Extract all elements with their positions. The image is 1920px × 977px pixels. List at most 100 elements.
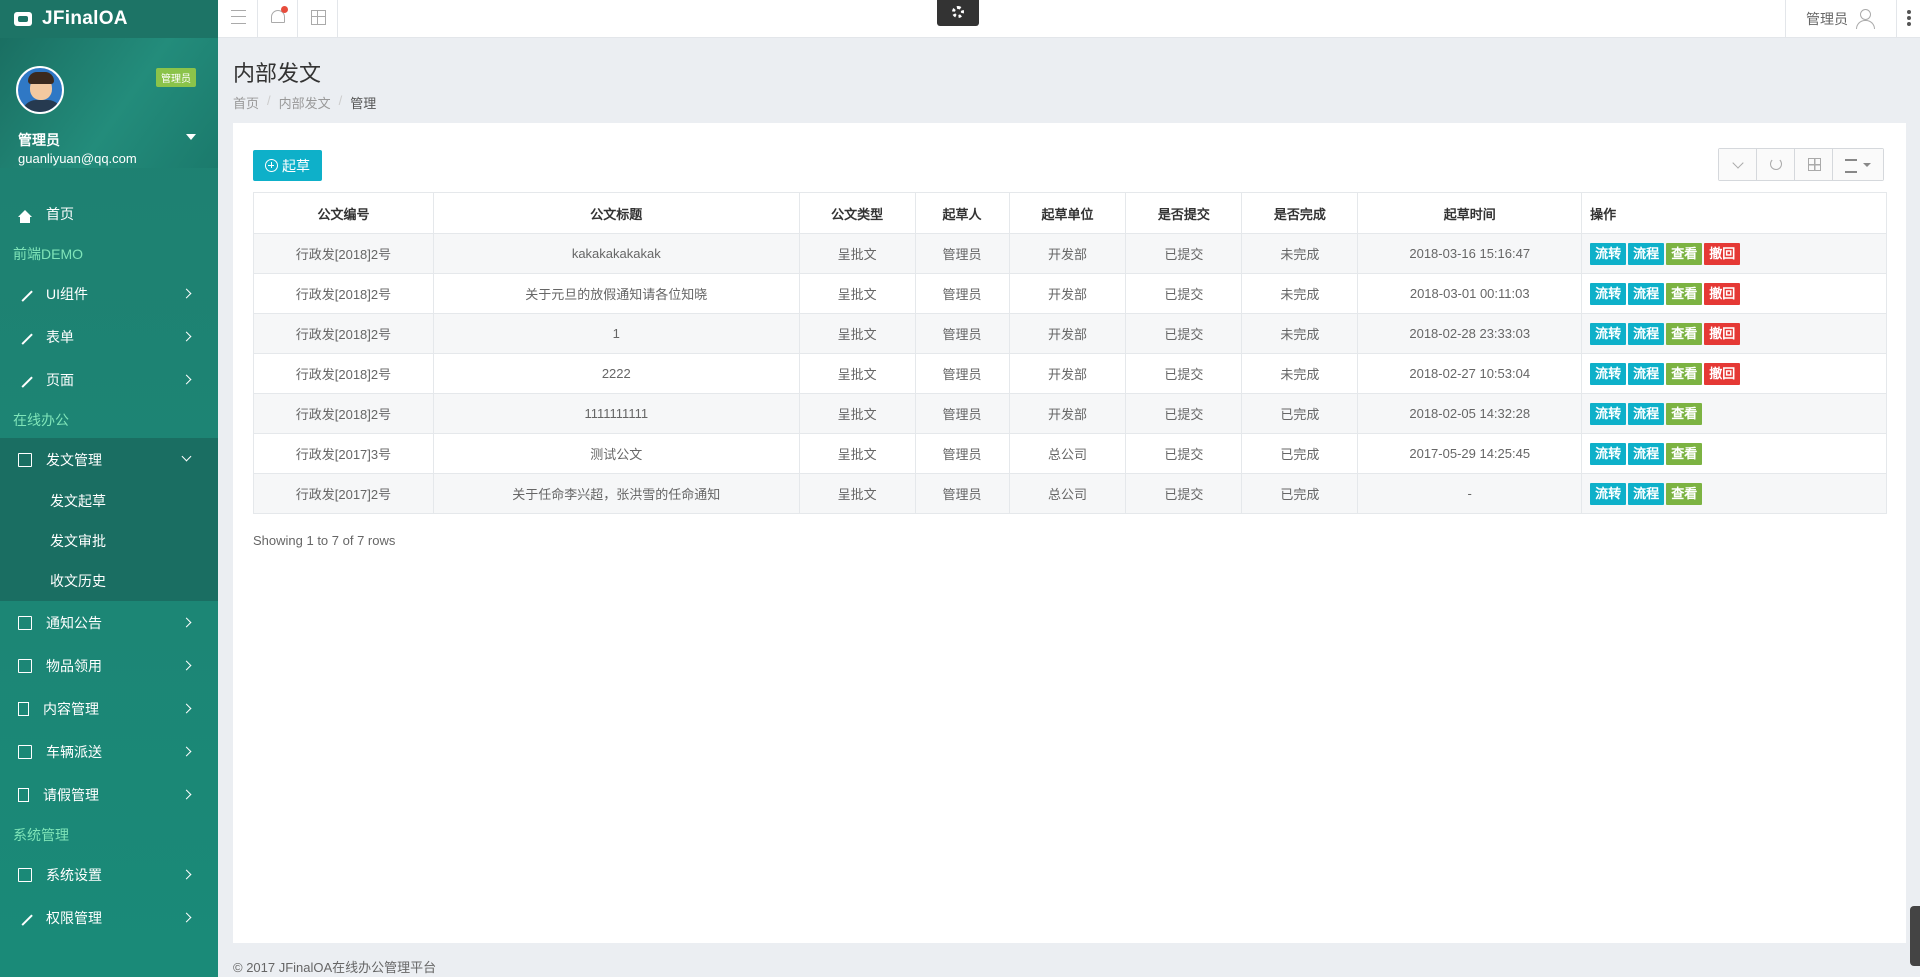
transfer-button[interactable]: 流转 [1590, 362, 1627, 385]
table-cell: 关于任命李兴超，张洪雪的任命通知 [432, 473, 800, 514]
actions-cell: 流转 流程 查看 [1581, 393, 1887, 434]
pen-icon [17, 328, 33, 345]
col-header[interactable]: 公文编号 [253, 192, 434, 234]
chevron-down-icon [181, 451, 192, 462]
transfer-button[interactable]: 流转 [1590, 442, 1627, 465]
breadcrumb-home[interactable]: 首页 [233, 93, 259, 112]
sidebar-item-content[interactable]: 内容管理 [0, 687, 218, 730]
col-header[interactable]: 公文标题 [432, 192, 800, 234]
draft-button[interactable]: 起草 [253, 150, 322, 181]
sidebar-item-label: 发文管理 [46, 451, 102, 468]
refresh-button[interactable] [1757, 149, 1795, 180]
table-cell: 行政发[2018]2号 [253, 393, 434, 434]
flow-button[interactable]: 流程 [1628, 402, 1665, 425]
table-row[interactable]: 行政发[2018]2号 2222 呈批文 管理员 开发部 已提交 未完成 2018-02-27… [253, 353, 1887, 394]
brand[interactable]: JFinalOA [0, 0, 218, 38]
col-header[interactable]: 起草单位 [1008, 192, 1127, 234]
toggle-view-button[interactable] [1795, 149, 1833, 180]
revoke-button[interactable]: 撤回 [1704, 282, 1741, 305]
table-cell: 开发部 [1008, 273, 1127, 314]
revoke-button[interactable]: 撤回 [1704, 242, 1741, 265]
columns-dropdown-button[interactable] [1833, 149, 1883, 180]
menu-toggle-button[interactable] [218, 0, 258, 38]
revoke-button[interactable]: 撤回 [1704, 322, 1741, 345]
table-row[interactable]: 行政发[2017]2号 关于任命李兴超，张洪雪的任命通知 呈批文 管理员 总公司 已提交已… [253, 473, 1887, 514]
view-button[interactable]: 查看 [1666, 442, 1703, 465]
user-name[interactable]: 管理员 [18, 130, 60, 150]
table-row[interactable]: 行政发[2018]2号 关于元旦的放假通知请各位知晓 呈批文 管理员 开发部 已提交 未完成… [253, 273, 1887, 314]
sidebar-item-label: 请假管理 [43, 786, 99, 803]
table-cell: 已提交 [1125, 233, 1243, 274]
chevron-right-icon [181, 288, 192, 299]
view-button[interactable]: 查看 [1666, 322, 1703, 345]
sidebar-item-ui[interactable]: UI组件 [0, 272, 218, 315]
col-header[interactable]: 是否提交 [1125, 192, 1243, 234]
transfer-button[interactable]: 流转 [1590, 482, 1627, 505]
notifications-button[interactable] [258, 0, 298, 38]
sidebar-item-settings[interactable]: 系统设置 [0, 853, 218, 896]
user-menu[interactable]: 管理员 [1785, 0, 1920, 38]
side-scroll-handle[interactable] [1910, 906, 1920, 966]
view-button[interactable]: 查看 [1666, 282, 1703, 305]
sidebar-item-label: 通知公告 [46, 614, 102, 631]
sidebar-item-label: 权限管理 [46, 909, 102, 926]
revoke-button[interactable]: 撤回 [1704, 362, 1741, 385]
nav-group-doc: 发文管理 发文起草 发文审批 收文历史 [0, 438, 218, 601]
flow-button[interactable]: 流程 [1628, 242, 1665, 265]
flow-button[interactable]: 流程 [1628, 442, 1665, 465]
flow-button[interactable]: 流程 [1628, 322, 1665, 345]
col-header[interactable]: 公文类型 [798, 192, 916, 234]
transfer-button[interactable]: 流转 [1590, 282, 1627, 305]
sidebar-subitem-draft[interactable]: 发文起草 [0, 481, 218, 521]
table-cell: 行政发[2017]3号 [253, 433, 434, 474]
sidebar-subitem-history[interactable]: 收文历史 [0, 561, 218, 601]
col-header[interactable]: 是否完成 [1241, 192, 1359, 234]
main-panel: 起草 公文编号 公文标题 公文类型 起草人 起草单位 是否提交 是否完成 起草时… [233, 123, 1906, 943]
collapse-button[interactable] [1719, 149, 1757, 180]
table-cell: 呈批文 [798, 353, 916, 394]
table-cell: 总公司 [1008, 433, 1127, 474]
apps-button[interactable] [298, 0, 338, 38]
col-header[interactable]: 起草时间 [1357, 192, 1583, 234]
link-icon [18, 658, 32, 673]
sidebar-item-form[interactable]: 表单 [0, 315, 218, 358]
more-vertical-icon[interactable] [1896, 0, 1920, 38]
breadcrumb-internal-doc[interactable]: 内部发文 [279, 93, 331, 112]
actions-cell: 流转 流程 查看 撤回 [1581, 273, 1887, 314]
caret-down-icon[interactable] [186, 134, 196, 140]
flow-button[interactable]: 流程 [1628, 482, 1665, 505]
settings-button[interactable] [937, 0, 979, 26]
sidebar-item-notice[interactable]: 通知公告 [0, 601, 218, 644]
chevron-right-icon [181, 331, 192, 342]
view-button[interactable]: 查看 [1666, 242, 1703, 265]
table-row[interactable]: 行政发[2018]2号 1 呈批文 管理员 开发部 已提交 未完成 2018-02-28 23… [253, 313, 1887, 354]
user-email: guanliyuan@qq.com [18, 151, 137, 166]
view-button[interactable]: 查看 [1666, 402, 1703, 425]
table-cell: 管理员 [914, 353, 1010, 394]
sidebar-item-goods[interactable]: 物品领用 [0, 644, 218, 687]
transfer-button[interactable]: 流转 [1590, 402, 1627, 425]
view-button[interactable]: 查看 [1666, 482, 1703, 505]
sidebar-item-permissions[interactable]: 权限管理 [0, 896, 218, 939]
table-row[interactable]: 行政发[2018]2号 1111111111 呈批文 管理员 开发部 已提交 已完成 2018… [253, 393, 1887, 434]
table-row[interactable]: 行政发[2018]2号 kakakakakakak 呈批文 管理员 开发部 已提交 未完成 2… [253, 233, 1887, 274]
view-button[interactable]: 查看 [1666, 362, 1703, 385]
sidebar-item-leave[interactable]: 请假管理 [0, 773, 218, 816]
sidebar-item-home[interactable]: 首页 [0, 192, 218, 235]
sidebar-item-doc-mgmt[interactable]: 发文管理 [0, 438, 218, 481]
table-cell: 开发部 [1008, 233, 1127, 274]
flow-button[interactable]: 流程 [1628, 362, 1665, 385]
chevron-right-icon [181, 746, 192, 757]
table-row[interactable]: 行政发[2017]3号 测试公文 呈批文 管理员 总公司 已提交 已完成 2017-05-29… [253, 433, 1887, 474]
table-cell: 测试公文 [432, 433, 800, 474]
col-header[interactable]: 起草人 [914, 192, 1010, 234]
transfer-button[interactable]: 流转 [1590, 242, 1627, 265]
sidebar-item-vehicle[interactable]: 车辆派送 [0, 730, 218, 773]
sidebar-subitem-approve[interactable]: 发文审批 [0, 521, 218, 561]
sidebar-item-page[interactable]: 页面 [0, 358, 218, 401]
avatar[interactable] [16, 66, 64, 114]
breadcrumb-separator: / [267, 93, 271, 108]
flow-button[interactable]: 流程 [1628, 282, 1665, 305]
pagination-info: Showing 1 to 7 of 7 rows [253, 533, 396, 548]
transfer-button[interactable]: 流转 [1590, 322, 1627, 345]
